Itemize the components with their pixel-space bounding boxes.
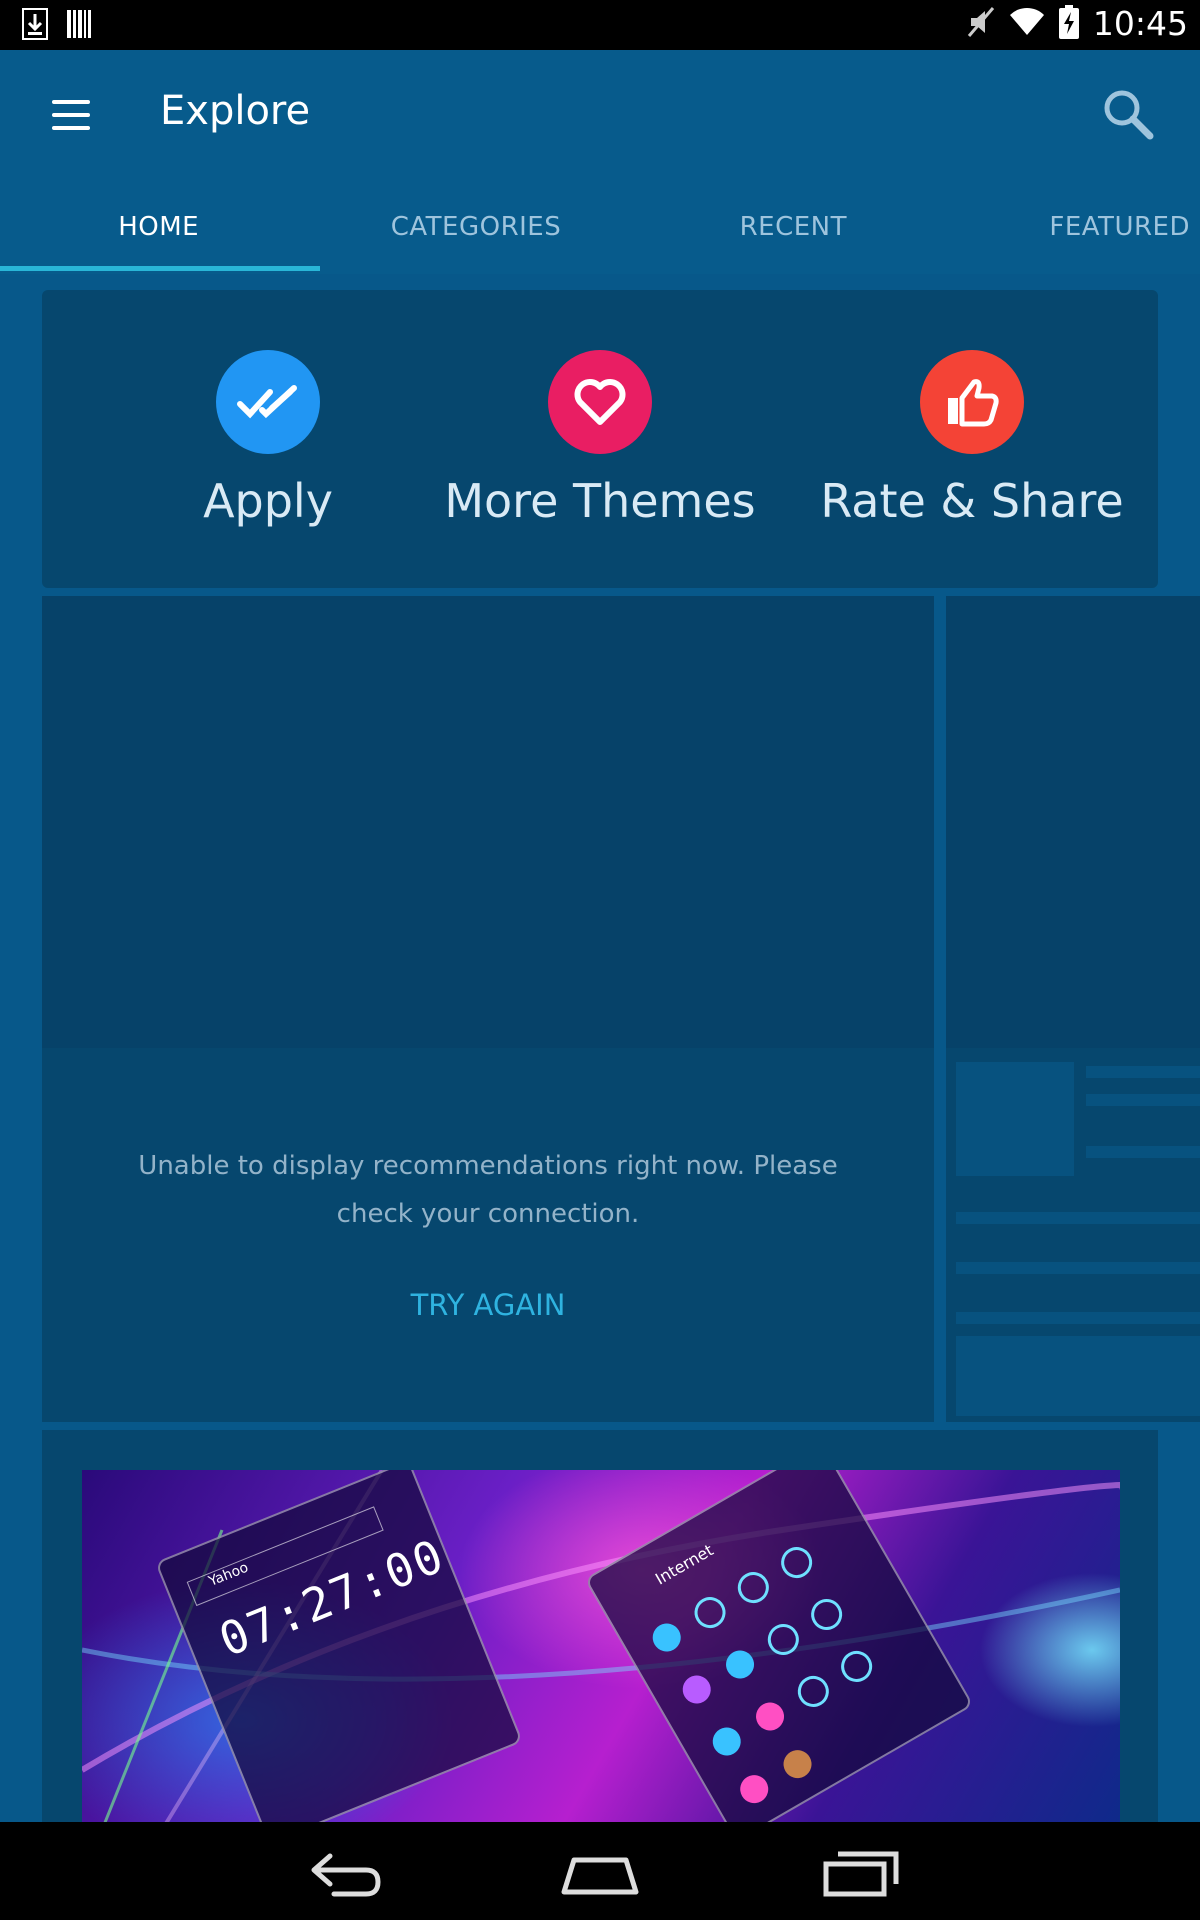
placeholder-line: [1086, 1146, 1200, 1158]
recommendations-card: Unable to display recommendations right …: [42, 596, 934, 1422]
navigation-bar: [0, 1822, 1200, 1920]
tab-home[interactable]: HOME: [0, 172, 317, 270]
mute-icon: [967, 6, 995, 42]
barcode-icon: [66, 8, 92, 44]
recommendation-image-placeholder: [42, 596, 934, 1048]
featured-theme-card[interactable]: Yahoo 07:27:00 Internet: [42, 1430, 1158, 1830]
more-themes-label: More Themes: [444, 474, 756, 528]
wifi-icon: [1009, 7, 1045, 41]
try-again-button[interactable]: TRY AGAIN: [42, 1288, 934, 1322]
placeholder-line: [956, 1312, 1200, 1324]
menu-icon[interactable]: [48, 98, 96, 132]
error-message: Unable to display recommendations right …: [138, 1151, 838, 1229]
rate-share-label: Rate & Share: [820, 474, 1124, 528]
apply-button[interactable]: Apply: [98, 350, 438, 528]
double-check-icon: [216, 350, 320, 454]
placeholder-line: [956, 1262, 1200, 1274]
more-themes-button[interactable]: More Themes: [430, 350, 770, 528]
placeholder-line: [1086, 1066, 1200, 1078]
rate-share-button[interactable]: Rate & Share: [802, 350, 1142, 528]
quick-actions-card: Apply More Themes Rate & Share: [42, 290, 1158, 588]
placeholder-thumb: [956, 1062, 1074, 1176]
tab-bar: HOME CATEGORIES RECENT FEATURED: [0, 172, 1200, 270]
recents-icon[interactable]: [810, 1840, 910, 1902]
status-bar: 10:45: [0, 0, 1200, 50]
search-icon[interactable]: [1098, 84, 1158, 144]
placeholder-line: [956, 1212, 1200, 1224]
next-recommendation-card: [946, 596, 1200, 1422]
tab-featured[interactable]: FEATURED: [952, 172, 1200, 270]
placeholder-line: [1086, 1094, 1200, 1106]
home-icon[interactable]: [550, 1840, 650, 1902]
placeholder-image: [946, 596, 1200, 1048]
tab-recent[interactable]: RECENT: [635, 172, 952, 270]
download-icon: [22, 8, 48, 44]
tab-categories[interactable]: CATEGORIES: [317, 172, 634, 270]
apply-label: Apply: [203, 474, 333, 528]
tab-indicator: [0, 266, 320, 271]
theme-preview-image[interactable]: Yahoo 07:27:00 Internet: [82, 1470, 1120, 1830]
thumbs-up-icon: [920, 350, 1024, 454]
heart-icon: [548, 350, 652, 454]
back-icon[interactable]: [294, 1840, 394, 1902]
placeholder-block: [956, 1336, 1200, 1416]
battery-charging-icon: [1058, 4, 1079, 43]
page-title: Explore: [160, 88, 311, 134]
status-time: 10:45: [1092, 4, 1188, 43]
